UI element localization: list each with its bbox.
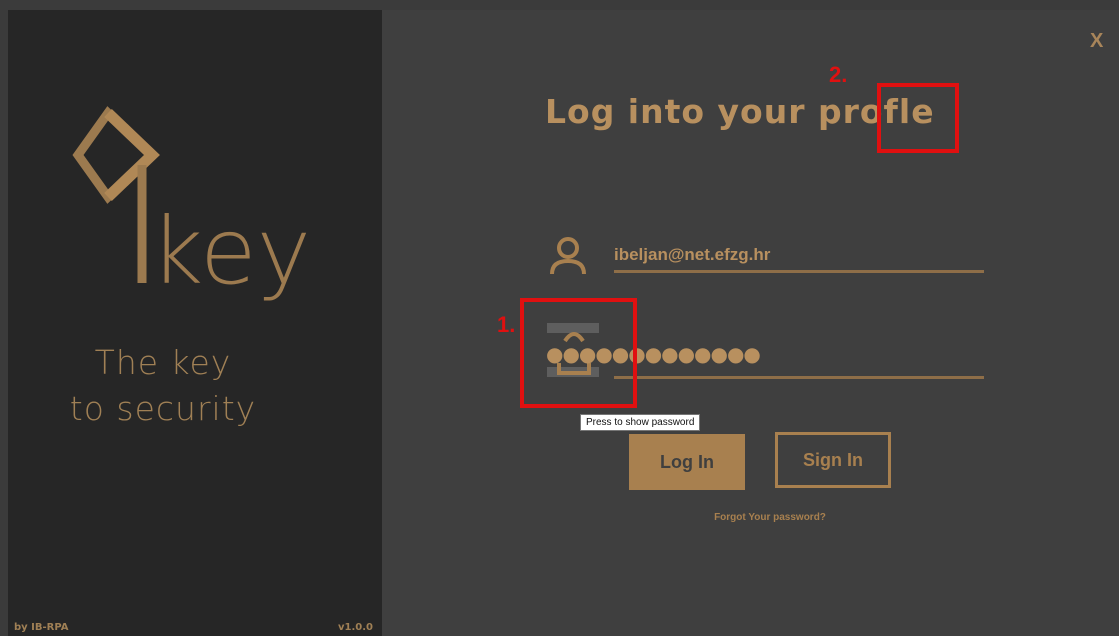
tagline-line-1: The key [94,343,232,382]
user-icon [550,237,586,275]
version-label: v1.0.0 [338,622,373,633]
login-button[interactable]: Log In [629,434,745,490]
key-logo-icon: key [72,106,311,305]
annotation-box-1 [520,298,637,408]
email-field-underline [614,270,984,273]
logo-wordmark: key [150,198,311,305]
forgot-password-link[interactable]: Forgot Your password? [640,512,900,523]
annotation-number-2: 2. [829,62,848,87]
close-button[interactable]: X [1090,30,1103,53]
password-field-underline [614,376,984,379]
email-field[interactable]: ibeljan@net.efzg.hr [614,245,770,265]
annotation-box-2 [877,83,959,153]
tagline-line-2: to security [69,389,257,428]
signin-button[interactable]: Sign In [775,432,891,488]
show-password-tooltip: Press to show password [580,414,701,431]
brand-panel: key The key to security by IB-RPA v1.0.0 [8,10,382,636]
annotation-number-1: 1. [497,312,516,337]
author-label: by IB-RPA [14,622,69,633]
